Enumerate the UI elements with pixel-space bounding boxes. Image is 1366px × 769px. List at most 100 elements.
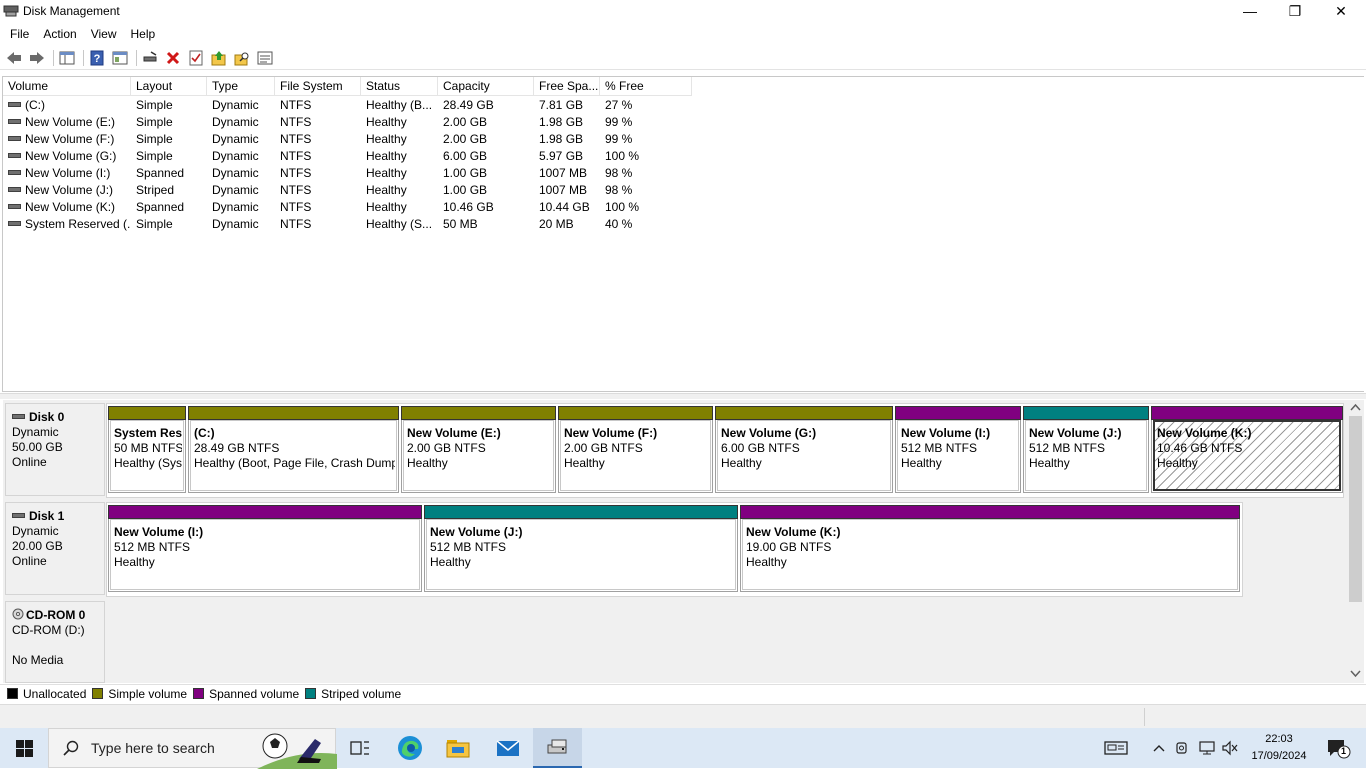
partition-block[interactable]: New Volume (F:) 2.00 GB NTFS Healthy: [558, 406, 713, 493]
cdrom-0-label[interactable]: CD-ROM 0 CD-ROM (D:) No Media: [5, 601, 105, 683]
column-header-capacity[interactable]: Capacity: [438, 77, 534, 96]
taskbar-clock[interactable]: 22:03 17/09/2024: [1240, 731, 1318, 765]
disk-0-label[interactable]: Disk 0 Dynamic 50.00 GB Online: [5, 403, 105, 496]
tray-volume-button[interactable]: [1219, 728, 1241, 768]
partition-block[interactable]: New Volume (J:) 512 MB NTFS Healthy: [424, 505, 738, 592]
minimize-button[interactable]: —: [1227, 0, 1273, 22]
table-row[interactable]: System Reserved (... Simple Dynamic NTFS Hea…: [3, 216, 692, 233]
show-hide-console-tree-button[interactable]: [57, 48, 77, 68]
partition-block[interactable]: (C:) 28.49 GB NTFS Healthy (Boot, Page Fil…: [188, 406, 399, 493]
cell-text: 1007 MB: [539, 183, 588, 197]
column-header-file-system[interactable]: File System: [275, 77, 361, 96]
search-folder-button[interactable]: [232, 48, 252, 68]
legend-simple: Simple volume: [108, 686, 188, 701]
show-hidden-icons-button[interactable]: [1149, 728, 1169, 768]
scroll-up-icon[interactable]: [1350, 403, 1361, 411]
scroll-thumb[interactable]: [1349, 416, 1362, 602]
striped-volume-swatch: [305, 688, 317, 699]
task-view-button[interactable]: [336, 728, 384, 768]
disk-management-taskbar-button[interactable]: [533, 728, 582, 768]
taskbar-search-box[interactable]: Type here to search: [48, 728, 337, 769]
properties-button[interactable]: [110, 48, 130, 68]
scroll-down-icon[interactable]: [1350, 670, 1361, 678]
column-header-percent-free[interactable]: % Free: [600, 77, 692, 96]
partition-status: Healthy (Boot, Page File, Crash Dump: [194, 456, 395, 470]
disk-1-label[interactable]: Disk 1 Dynamic 20.00 GB Online: [5, 502, 105, 595]
partition-title: New Volume (G:): [721, 426, 817, 440]
disk-state: No Media: [12, 653, 64, 667]
column-header-volume[interactable]: Volume: [3, 77, 131, 96]
menu-file[interactable]: File: [3, 27, 36, 41]
partition-block[interactable]: New Volume (I:) 512 MB NTFS Healthy: [108, 505, 422, 592]
graph-vertical-scrollbar[interactable]: [1347, 400, 1364, 683]
back-button[interactable]: [4, 48, 24, 68]
cell-percent-free: 98 %: [600, 165, 692, 182]
cell-capacity: 2.00 GB: [438, 131, 534, 148]
cell-status: Healthy (B...: [361, 97, 438, 114]
table-row[interactable]: New Volume (F:) Simple Dynamic NTFS Healthy 2…: [3, 131, 692, 148]
cell-text: Simple: [136, 132, 173, 146]
forward-button[interactable]: [27, 48, 47, 68]
tray-network-button[interactable]: [1195, 728, 1219, 768]
task-view-icon: [350, 741, 369, 755]
close-button[interactable]: ✕: [1318, 0, 1364, 22]
column-header-type[interactable]: Type: [207, 77, 275, 96]
partition-block[interactable]: New Volume (I:) 512 MB NTFS Healthy: [895, 406, 1021, 493]
cell-text: New Volume (I:): [25, 166, 111, 180]
help-button[interactable]: ?: [87, 48, 107, 68]
cell-free-space: 1.98 GB: [534, 131, 600, 148]
tray-keyboard-button[interactable]: [1100, 728, 1132, 768]
partition-block[interactable]: New Volume (J:) 512 MB NTFS Healthy: [1023, 406, 1149, 493]
cell-text: 5.97 GB: [539, 149, 584, 163]
column-header-layout[interactable]: Layout: [131, 77, 207, 96]
table-row[interactable]: New Volume (G:) Simple Dynamic NTFS Healthy 6…: [3, 148, 692, 165]
checklist-icon: [189, 50, 203, 65]
partition-block[interactable]: System Res 50 MB NTFS Healthy (Sys: [108, 406, 186, 493]
table-row[interactable]: New Volume (K:) Spanned Dynamic NTFS Healthy…: [3, 199, 692, 216]
up-folder-button[interactable]: [209, 48, 229, 68]
meet-now-icon: [1176, 742, 1187, 754]
partition-block[interactable]: New Volume (G:) 6.00 GB NTFS Healthy: [715, 406, 893, 493]
legend-spanned: Spanned volume: [209, 686, 300, 701]
disk-icon: [12, 513, 25, 519]
view-list-button[interactable]: [255, 48, 275, 68]
partition-block[interactable]: New Volume (K:) 19.00 GB NTFS Healthy: [740, 505, 1240, 592]
table-row[interactable]: New Volume (E:) Simple Dynamic NTFS Healthy 2…: [3, 114, 692, 131]
restore-button[interactable]: ❐: [1272, 0, 1318, 22]
partition-block[interactable]: New Volume (E:) 2.00 GB NTFS Healthy: [401, 406, 556, 493]
mail-taskbar-button[interactable]: [484, 728, 532, 768]
disk-icon: [12, 414, 25, 420]
delete-button[interactable]: [163, 48, 183, 68]
pane-splitter[interactable]: [0, 393, 1366, 399]
cell-type: Dynamic: [207, 165, 275, 182]
partition-status: Healthy: [901, 456, 942, 470]
column-header-free-space[interactable]: Free Spa...: [534, 77, 600, 96]
menu-help[interactable]: Help: [124, 27, 163, 41]
edge-taskbar-button[interactable]: [386, 728, 434, 768]
cell-text: Dynamic: [212, 217, 259, 231]
cell-text: Spanned: [136, 200, 185, 214]
table-row[interactable]: (C:) Simple Dynamic NTFS Healthy (B... 28.49 …: [3, 97, 692, 114]
table-row[interactable]: New Volume (J:) Striped Dynamic NTFS Healthy…: [3, 182, 692, 199]
menu-view[interactable]: View: [84, 27, 124, 41]
cell-text: 2.00 GB: [443, 115, 488, 129]
start-button[interactable]: [0, 728, 48, 768]
cell-free-space: 7.81 GB: [534, 97, 600, 114]
disk-0-partitions: System Res 50 MB NTFS Healthy (Sys (C:) 28.4…: [106, 403, 1344, 498]
notifications-button[interactable]: 1: [1318, 728, 1358, 768]
connect-button[interactable]: [140, 48, 160, 68]
partition-block[interactable]: New Volume (K:) 10.46 GB NTFS Healthy: [1151, 406, 1343, 493]
check-button[interactable]: [186, 48, 206, 68]
tray-meet-button[interactable]: [1172, 728, 1192, 768]
table-row[interactable]: New Volume (I:) Spanned Dynamic NTFS Healthy…: [3, 165, 692, 182]
menu-action[interactable]: Action: [36, 27, 83, 41]
volume-drive-icon: [8, 170, 21, 176]
edge-browser-icon: [398, 736, 422, 760]
cell-capacity: 6.00 GB: [438, 148, 534, 165]
column-header-status[interactable]: Status: [361, 77, 438, 96]
file-explorer-taskbar-button[interactable]: [434, 728, 482, 768]
partition-text: New Volume (K:) 19.00 GB NTFS Healthy: [746, 525, 1236, 570]
cell-percent-free: 27 %: [600, 97, 692, 114]
cell-text: New Volume (K:): [25, 200, 116, 214]
cell-text: System Reserved (...: [25, 217, 131, 231]
